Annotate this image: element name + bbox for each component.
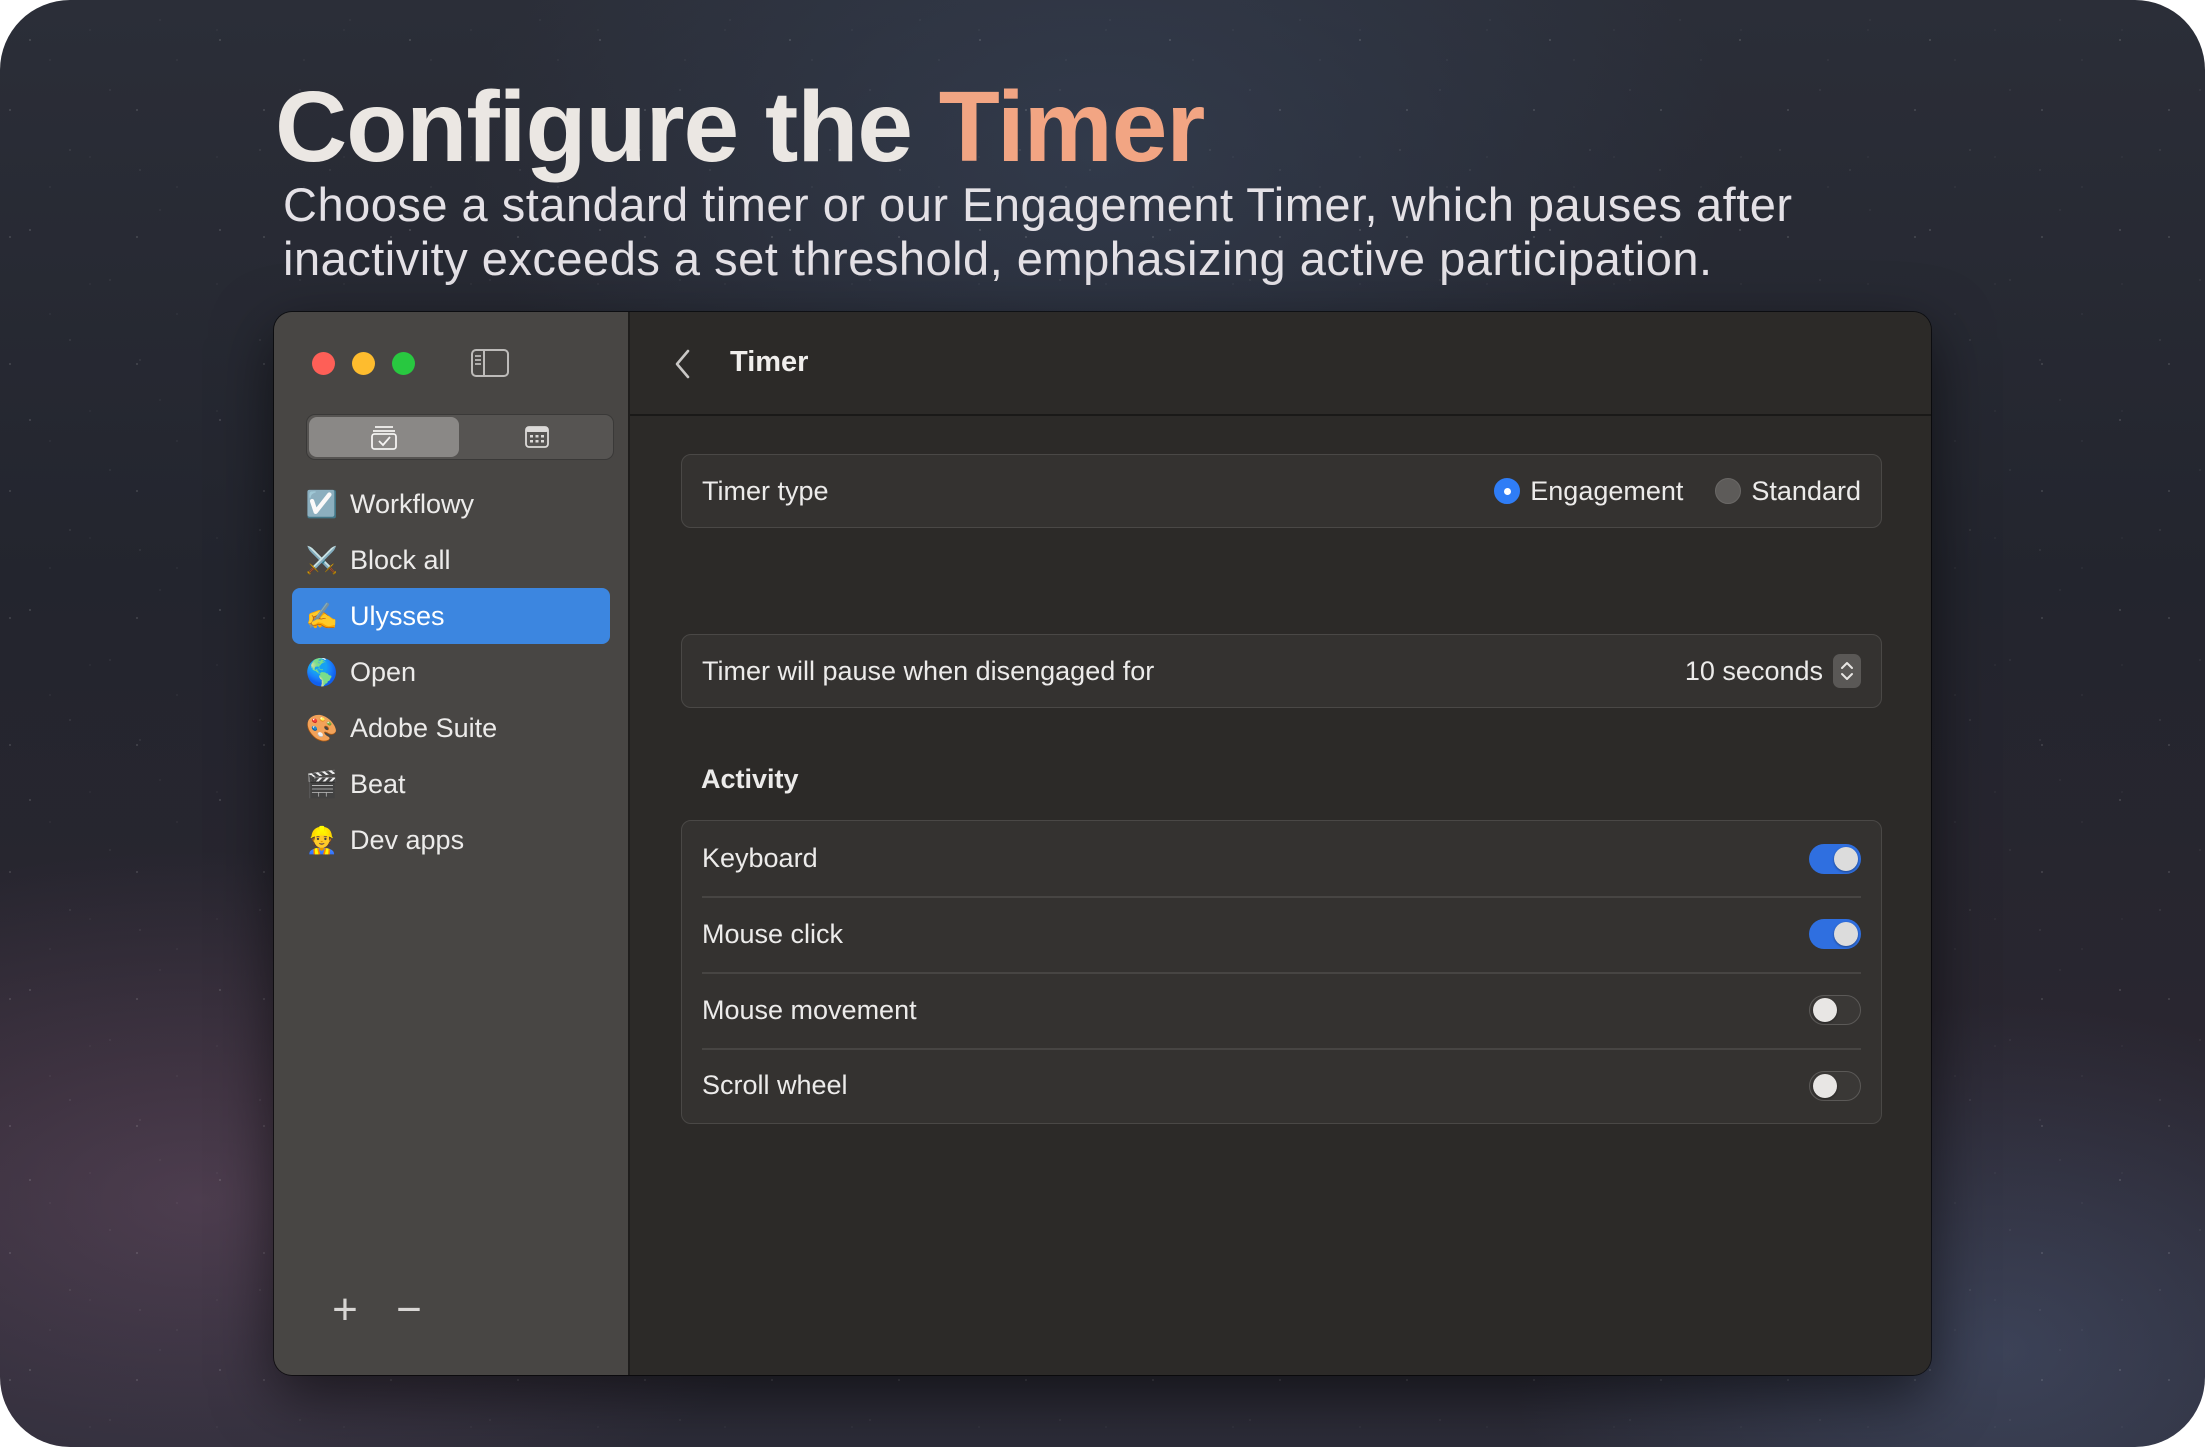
radio-unselected-icon[interactable] [1715, 478, 1742, 504]
sidebar-item-beat[interactable]: 🎬 Beat [292, 756, 610, 812]
timer-type-row: Timer type Engagement Standard [682, 455, 1881, 527]
activity-row-mouse-click: Mouse click [682, 896, 1881, 972]
pause-row: Timer will pause when disengaged for 10 … [682, 635, 1881, 707]
sidebar-item-dev-apps[interactable]: 👷 Dev apps [292, 812, 610, 868]
radio-engagement[interactable]: Engagement [1494, 476, 1683, 507]
chevron-left-icon[interactable] [670, 346, 696, 382]
globe-icon: 🌎 [305, 656, 339, 687]
sidebar-item-label: Ulysses [350, 600, 445, 631]
pause-value: 10 seconds [1684, 655, 1823, 686]
sidebar-list: ☑️ Workflowy ⚔️ Block all ✍️ Ulysses 🌎 O… [292, 476, 610, 868]
pause-label: Timer will pause when disengaged for [702, 655, 1155, 686]
activity-label: Keyboard [702, 843, 818, 873]
add-button[interactable]: + [328, 1288, 362, 1332]
activity-row-mouse-movement: Mouse movement [682, 972, 1881, 1048]
sidebar-item-label: Adobe Suite [350, 712, 498, 743]
timer-type-radio-group: Engagement Standard [1494, 476, 1861, 507]
sidebar-toggle-icon[interactable] [470, 348, 510, 378]
app-window: ☑️ Workflowy ⚔️ Block all ✍️ Ulysses 🌎 O… [274, 312, 1931, 1375]
page-title: Timer [730, 346, 809, 378]
writing-hand-icon: ✍️ [305, 600, 339, 631]
activity-label: Scroll wheel [702, 1070, 848, 1100]
sidebar: ☑️ Workflowy ⚔️ Block all ✍️ Ulysses 🌎 O… [274, 312, 630, 1375]
activity-row-keyboard: Keyboard [682, 821, 1881, 896]
up-down-chevron-icon [1841, 662, 1853, 680]
scroll-wheel-toggle[interactable] [1809, 1070, 1861, 1101]
remove-button[interactable]: − [392, 1288, 426, 1332]
timer-type-card: Timer type Engagement Standard [681, 454, 1882, 528]
sidebar-item-open[interactable]: 🌎 Open [292, 644, 610, 700]
toggle-knob [1813, 1073, 1837, 1098]
activity-label: Mouse movement [702, 994, 917, 1025]
toggle-knob [1834, 846, 1858, 871]
crossed-swords-icon: ⚔️ [305, 544, 339, 575]
activity-label: Mouse click [702, 918, 844, 949]
close-window-button[interactable] [312, 352, 335, 375]
view-segmented-control [306, 414, 614, 460]
segment-tray[interactable] [309, 417, 459, 457]
pause-stepper[interactable] [1833, 654, 1861, 688]
timer-type-label: Timer type [702, 475, 829, 506]
sidebar-item-ulysses[interactable]: ✍️ Ulysses [292, 588, 610, 644]
sidebar-item-adobe-suite[interactable]: 🎨 Adobe Suite [292, 700, 610, 756]
sidebar-item-block-all[interactable]: ⚔️ Block all [292, 532, 610, 588]
main-pane: Timer Timer type Engagement Standard Tim… [630, 312, 1931, 1375]
checkbox-emoji-icon: ☑️ [305, 488, 339, 519]
segment-calendar[interactable] [461, 415, 613, 459]
pause-card: Timer will pause when disengaged for 10 … [681, 634, 1882, 708]
activity-row-scroll-wheel: Scroll wheel [682, 1048, 1881, 1123]
sidebar-item-label: Workflowy [350, 488, 475, 519]
toggle-knob [1813, 998, 1837, 1022]
sidebar-item-workflowy[interactable]: ☑️ Workflowy [292, 476, 610, 532]
activity-card: Keyboard Mouse click Mouse movement Scro… [681, 820, 1882, 1124]
sidebar-item-label: Open [350, 656, 417, 687]
headline: Configure the Timer [275, 71, 1206, 183]
sidebar-item-label: Block all [350, 544, 451, 575]
background: Configure the Timer Choose a standard ti… [0, 0, 2205, 1447]
headline-accent: Timer [938, 71, 1206, 183]
minimize-window-button[interactable] [352, 352, 375, 375]
radio-engagement-label: Engagement [1530, 475, 1684, 506]
zoom-window-button[interactable] [392, 352, 415, 375]
subtitle: Choose a standard timer or our Engagemen… [283, 178, 1793, 285]
toolbar: Timer [630, 312, 1931, 416]
radio-standard[interactable]: Standard [1715, 476, 1861, 507]
sidebar-item-label: Beat [350, 768, 406, 799]
toggle-knob [1834, 922, 1858, 946]
activity-section-title: Activity [701, 764, 799, 794]
construction-worker-icon: 👷 [305, 824, 339, 855]
radio-selected-icon[interactable] [1494, 478, 1521, 504]
mouse-click-toggle[interactable] [1809, 919, 1861, 949]
add-remove-controls: + − [328, 1288, 426, 1332]
clapper-board-icon: 🎬 [305, 768, 339, 799]
palette-icon: 🎨 [305, 712, 339, 743]
mouse-movement-toggle[interactable] [1809, 995, 1861, 1025]
radio-standard-label: Standard [1751, 475, 1861, 506]
sidebar-item-label: Dev apps [350, 824, 465, 855]
keyboard-toggle[interactable] [1809, 843, 1861, 874]
tray-checkmark-icon [371, 426, 397, 450]
calendar-icon [525, 426, 549, 448]
headline-main: Configure the [275, 71, 939, 183]
